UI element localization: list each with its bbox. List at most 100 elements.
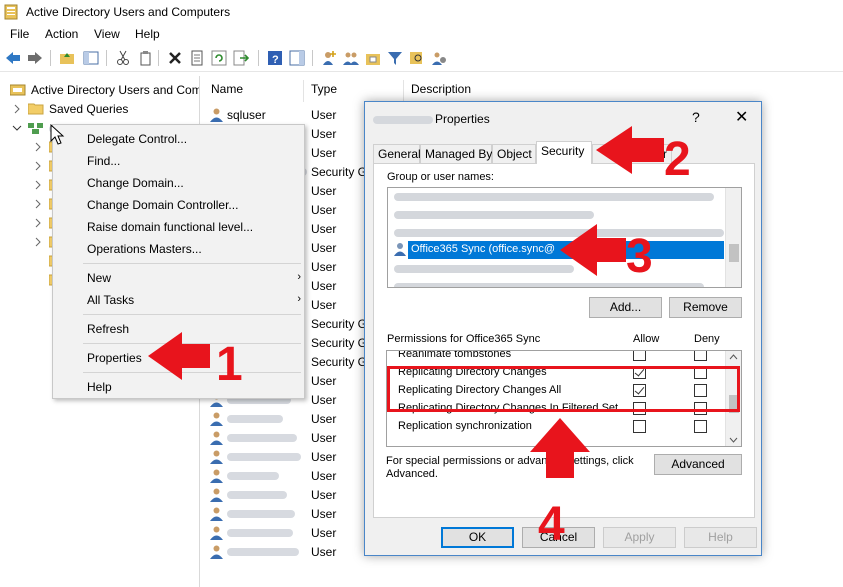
tree-root[interactable]: Active Directory Users and Com (10, 80, 199, 99)
new-group-icon[interactable] (342, 49, 360, 67)
redacted-name (227, 510, 295, 518)
up-folder-icon[interactable] (58, 49, 76, 67)
column-divider[interactable] (403, 80, 404, 102)
selected-principal[interactable]: Office365 Sync (office.sync@ (408, 241, 724, 259)
menu-item-change-domain[interactable]: Change Domain... (87, 176, 184, 190)
redacted-entry (394, 211, 594, 219)
scroll-thumb[interactable] (729, 244, 739, 262)
apply-button[interactable]: Apply (603, 527, 676, 548)
chevron-right-icon[interactable] (33, 161, 43, 171)
principals-listbox[interactable]: Office365 Sync (office.sync@ (387, 187, 742, 288)
cancel-button[interactable]: Cancel (522, 527, 595, 548)
list-item[interactable] (390, 278, 726, 287)
redacted-name (227, 453, 301, 461)
chevron-down-icon[interactable] (12, 123, 22, 133)
row-type: User (311, 127, 337, 141)
column-divider[interactable] (303, 80, 304, 102)
toolbar: ? (0, 44, 843, 72)
menu-item-new[interactable]: New › (87, 271, 301, 285)
row-type: User (311, 431, 337, 445)
menu-file[interactable]: File (10, 27, 29, 41)
user-icon (210, 412, 223, 426)
show-action-pane-icon[interactable] (288, 49, 306, 67)
tree-item-saved-queries[interactable]: Saved Queries (12, 99, 128, 118)
filter-icon[interactable] (386, 49, 404, 67)
menu-separator (83, 372, 301, 373)
remove-button[interactable]: Remove (669, 297, 742, 318)
ok-button[interactable]: OK (441, 527, 514, 548)
menu-item-find[interactable]: Find... (87, 154, 120, 168)
forward-icon[interactable] (26, 49, 44, 67)
row-type: User (311, 412, 337, 426)
copy-icon[interactable] (136, 49, 154, 67)
help-icon[interactable]: ? (266, 49, 284, 67)
deny-checkbox[interactable] (694, 420, 707, 433)
export-list-icon[interactable] (232, 49, 250, 67)
redacted-object-name (373, 116, 433, 124)
menu-item-properties[interactable]: Properties (87, 351, 142, 365)
column-header-type[interactable]: Type (311, 82, 337, 96)
allow-checkbox[interactable] (633, 351, 646, 361)
redacted-name (227, 529, 293, 537)
properties-icon[interactable] (188, 49, 206, 67)
allow-checkbox[interactable] (633, 420, 646, 433)
row-name: sqluser (227, 108, 266, 122)
redacted-name (227, 491, 287, 499)
menu-item-raise-functional-level[interactable]: Raise domain functional level... (87, 220, 253, 234)
new-ou-icon[interactable] (364, 49, 382, 67)
menu-action[interactable]: Action (45, 27, 78, 41)
menu-item-refresh[interactable]: Refresh (87, 322, 129, 336)
chevron-right-icon[interactable] (33, 142, 43, 152)
add-to-group-icon[interactable] (430, 49, 448, 67)
add-button[interactable]: Add... (589, 297, 662, 318)
tab-security[interactable]: Security (536, 141, 592, 164)
chevron-right-icon[interactable] (33, 199, 43, 209)
scroll-up-icon[interactable] (729, 354, 738, 360)
chevron-right-icon[interactable] (33, 180, 43, 190)
menu-item-delegate-control[interactable]: Delegate Control... (87, 132, 187, 146)
mouse-pointer-icon (50, 124, 65, 145)
delete-icon[interactable] (166, 49, 184, 67)
menu-view[interactable]: View (94, 27, 120, 41)
principals-scrollbar[interactable] (725, 188, 741, 287)
find-icon[interactable] (408, 49, 426, 67)
user-icon (210, 526, 223, 540)
advanced-button[interactable]: Advanced (654, 454, 742, 475)
menu-item-operations-masters[interactable]: Operations Masters... (87, 242, 202, 256)
tab-attribute-editor[interactable]: or (592, 144, 672, 163)
column-header-description[interactable]: Description (411, 82, 471, 96)
chevron-right-icon[interactable] (33, 237, 43, 247)
refresh-icon[interactable] (210, 49, 228, 67)
list-item[interactable] (390, 224, 726, 242)
chevron-right-icon[interactable] (12, 104, 22, 114)
cut-icon[interactable] (114, 49, 132, 67)
redacted-name (227, 472, 279, 480)
dialog-close-button[interactable]: ✕ (735, 107, 748, 127)
toolbar-separator (258, 50, 259, 66)
row-type: User (311, 507, 337, 521)
scroll-down-icon[interactable] (729, 437, 738, 443)
chevron-right-icon[interactable] (33, 218, 43, 228)
list-item[interactable] (390, 188, 726, 206)
back-icon[interactable] (4, 49, 22, 67)
window-title: Active Directory Users and Computers (26, 5, 231, 19)
toolbar-separator (106, 50, 107, 66)
new-user-icon[interactable] (320, 49, 338, 67)
menu-item-change-domain-controller[interactable]: Change Domain Controller... (87, 198, 238, 212)
column-header-name[interactable]: Name (211, 82, 243, 96)
tab-general[interactable]: General (373, 144, 421, 163)
row-type: User (311, 298, 337, 312)
deny-checkbox[interactable] (694, 351, 707, 361)
dialog-help-button[interactable]: ? (692, 109, 700, 125)
list-item[interactable] (390, 260, 726, 278)
show-console-tree-icon[interactable] (82, 49, 100, 67)
list-item[interactable] (390, 206, 726, 224)
dialog-title: Properties (435, 112, 490, 126)
row-type: User (311, 279, 337, 293)
menu-item-all-tasks[interactable]: All Tasks › (87, 293, 301, 307)
menu-item-help[interactable]: Help (87, 380, 112, 394)
tab-object[interactable]: Object (492, 144, 536, 163)
menu-help[interactable]: Help (135, 27, 160, 41)
help-button[interactable]: Help (684, 527, 757, 548)
tab-managed-by[interactable]: Managed By (420, 144, 492, 163)
